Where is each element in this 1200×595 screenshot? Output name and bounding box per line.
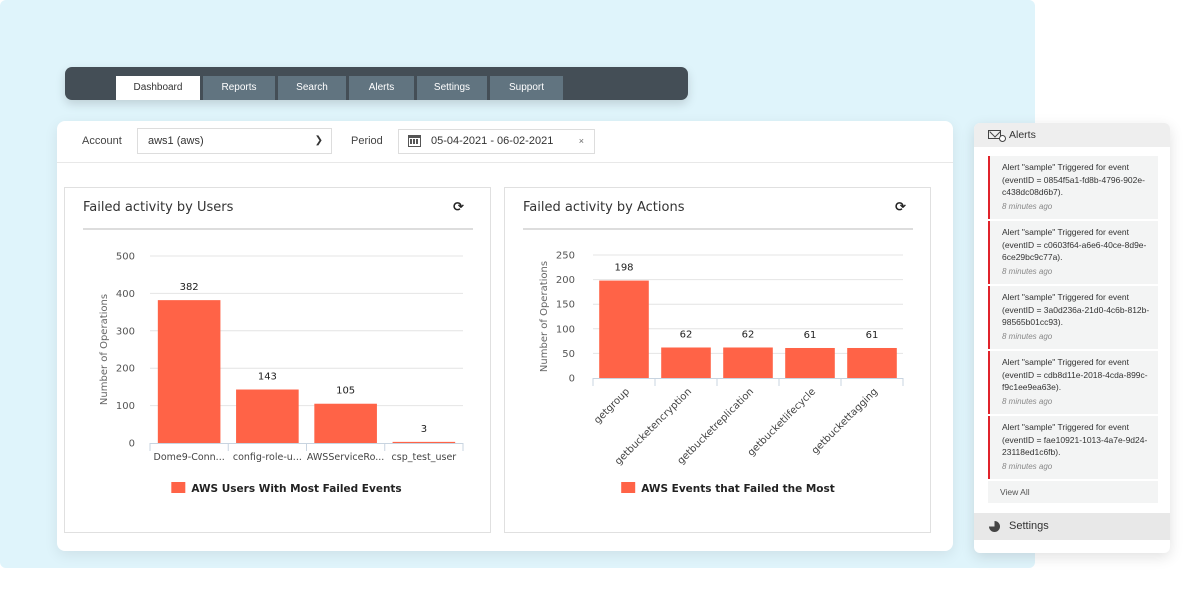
bar [599,280,649,378]
alert-item[interactable]: Alert "sample" Triggered for event (even… [988,351,1158,414]
top-navbar: Dashboard Reports Search Alerts Settings… [65,67,688,100]
account-label: Account [82,135,122,147]
bar [661,347,711,378]
dashboard-card: Account aws1 (aws) ❯ Period 05-04-2021 -… [57,121,953,551]
users-bar-chart: 0 100 200 300 400 500 Number of Operations 382 D… [99,252,464,495]
data-label: 61 [866,330,879,341]
filter-bar: Account aws1 (aws) ❯ Period 05-04-2021 -… [57,121,953,163]
tab-search[interactable]: Search [278,76,346,100]
y-tick-label: 100 [116,401,135,412]
data-label: 61 [804,330,817,341]
y-tick-label: 400 [116,289,135,300]
settings-panel-header[interactable]: Settings [974,513,1170,540]
account-value: aws1 (aws) [148,135,204,147]
bar [236,389,299,443]
data-label: 382 [180,282,199,293]
alert-text: Alert "sample" Triggered for event (even… [1002,162,1145,197]
clear-period-icon[interactable]: × [579,130,584,153]
alert-time: 8 minutes ago [1002,201,1053,211]
view-all-link[interactable]: View All [988,481,1158,503]
x-tick-label: csp_test_user [392,452,457,463]
legend-label: AWS Users With Most Failed Events [191,483,401,495]
bar [847,347,897,378]
y-axis-label: Number of Operations [99,294,110,405]
period-value: 05-04-2021 - 06-02-2021 [431,135,554,147]
bar [157,300,221,443]
chart-card-users: Failed activity by Users ⟳ 0 100 200 300 400… [64,187,491,533]
tab-alerts[interactable]: Alerts [349,76,414,100]
chart-card-actions: Failed activity by Actions ⟳ 0 50 100 150 20… [504,187,931,533]
nav-tabs: Dashboard Reports Search Alerts Settings… [116,76,566,100]
x-tick-label: getbucketlifecycle [746,386,818,458]
account-select[interactable]: aws1 (aws) ❯ [137,128,332,154]
alert-text: Alert "sample" Triggered for event (even… [1002,357,1148,392]
alert-time: 8 minutes ago [1002,396,1053,406]
y-tick-label: 500 [116,252,135,263]
data-label: 105 [336,386,355,397]
bar [314,403,377,443]
y-axis-label: Number of Operations [539,261,550,372]
period-date-range-input[interactable]: 05-04-2021 - 06-02-2021 × [398,129,595,154]
alert-time: 8 minutes ago [1002,461,1053,471]
alert-time: 8 minutes ago [1002,331,1053,341]
x-tick-label: Dome9-Conn... [154,452,225,463]
tab-settings[interactable]: Settings [417,76,487,100]
y-tick-label: 50 [562,349,575,360]
alert-item[interactable]: Alert "sample" Triggered for event (even… [988,221,1158,284]
alert-item[interactable]: Alert "sample" Triggered for event (even… [988,286,1158,349]
y-tick-label: 250 [556,251,575,262]
settings-label: Settings [1009,520,1049,532]
bar [785,347,835,378]
actions-bar-chart: 0 50 100 150 200 250 Number of Operations 198 ge… [539,251,904,495]
y-tick-label: 200 [116,364,135,375]
alerts-panel-header[interactable]: Alerts [974,123,1170,147]
tab-dashboard[interactable]: Dashboard [116,76,200,100]
bar [392,441,456,443]
legend-label: AWS Events that Failed the Most [641,483,835,495]
x-tick-label: getbuckettagging [810,386,880,456]
alert-text: Alert "sample" Triggered for event (even… [1002,292,1150,327]
x-tick-label: getgroup [592,386,632,426]
y-tick-label: 150 [556,300,575,311]
chevron-down-icon: ❯ [314,135,323,146]
data-label: 62 [680,329,693,340]
y-tick-label: 200 [556,275,575,286]
data-label: 143 [258,372,277,383]
data-label: 62 [742,329,755,340]
alert-time: 8 minutes ago [1002,266,1053,276]
pie-chart-icon [989,521,1000,532]
alert-list: Alert "sample" Triggered for event (even… [988,156,1158,503]
alerts-panel-title: Alerts [1009,129,1036,141]
data-label: 3 [421,424,427,435]
legend-swatch [621,482,636,493]
period-label: Period [351,135,383,147]
mail-clock-icon [988,130,1006,142]
y-tick-label: 0 [569,374,575,385]
y-tick-label: 300 [116,326,135,337]
legend-swatch [171,482,186,493]
alerts-panel: Alerts Alert "sample" Triggered for even… [974,123,1170,553]
alert-text: Alert "sample" Triggered for event (even… [1002,227,1147,262]
bar [723,347,773,378]
x-tick-label: config-role-u... [233,452,302,463]
tab-support[interactable]: Support [490,76,563,100]
alert-item[interactable]: Alert "sample" Triggered for event (even… [988,156,1158,219]
x-tick-label: AWSServiceRo... [307,452,384,463]
data-label: 198 [614,263,633,274]
alert-text: Alert "sample" Triggered for event (even… [1002,422,1148,457]
alert-item[interactable]: Alert "sample" Triggered for event (even… [988,416,1158,479]
y-tick-label: 0 [129,439,135,450]
y-tick-label: 100 [556,324,575,335]
calendar-icon [408,135,421,147]
tab-reports[interactable]: Reports [203,76,275,100]
